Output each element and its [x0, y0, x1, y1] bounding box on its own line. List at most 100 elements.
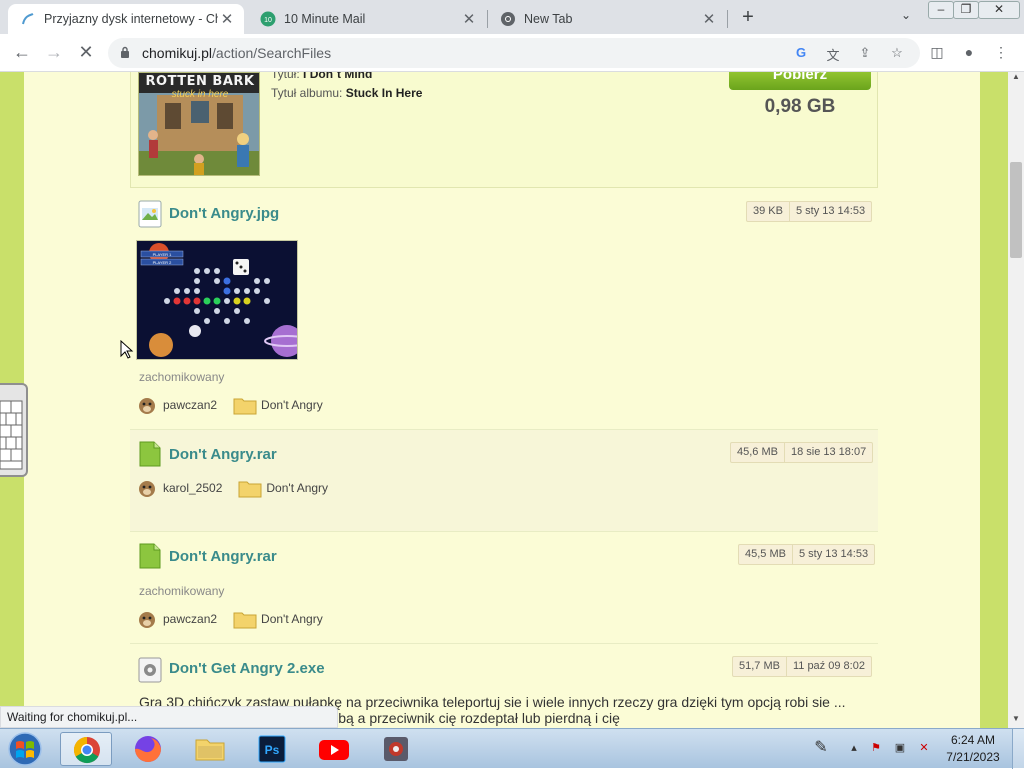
- stop-loading-icon[interactable]: ✕: [74, 41, 98, 65]
- tray-expand-chevron-icon[interactable]: ▴: [846, 741, 862, 757]
- owner-name-link[interactable]: pawczan2: [163, 398, 217, 412]
- album-title-label: Tytuł albumu:: [271, 86, 343, 100]
- volume-muted-icon[interactable]: ✕: [916, 741, 932, 757]
- translate-icon[interactable]: 文: [824, 45, 842, 63]
- windows-start-icon[interactable]: [4, 731, 46, 767]
- file-date: 11 paź 09 8:02: [785, 657, 871, 676]
- file-entry: Don't Angry.rar 45,6 MB 18 sie 13 18:07 …: [130, 430, 878, 532]
- file-size: 45,5 MB: [745, 548, 786, 560]
- scroll-up-arrow-icon[interactable]: ▲: [1008, 72, 1024, 86]
- player-1-label: PLAYER 1: [153, 252, 173, 257]
- image-file-icon: [138, 200, 162, 228]
- new-tab-button[interactable]: +: [736, 6, 760, 30]
- taskbar-firefox[interactable]: [122, 732, 174, 766]
- archive-file-icon: [139, 543, 161, 569]
- file-date: 5 sty 13 14:53: [788, 202, 871, 221]
- minimize-button[interactable]: –: [928, 1, 954, 19]
- hamster-avatar-icon[interactable]: [137, 395, 157, 415]
- hamster-avatar-icon[interactable]: [137, 478, 157, 498]
- side-panel-icon[interactable]: ◫: [928, 44, 946, 62]
- forward-arrow-icon[interactable]: →: [42, 41, 66, 65]
- url-domain: chomikuj.pl: [142, 45, 213, 61]
- file-meta-badges: 39 KB 5 sty 13 14:53: [746, 201, 873, 222]
- close-window-button[interactable]: ✕: [978, 1, 1020, 19]
- album-cover[interactable]: ROTTEN BARK stuck in here: [138, 72, 260, 176]
- share-icon[interactable]: ⇪: [856, 45, 874, 63]
- show-desktop-button[interactable]: [1012, 729, 1024, 769]
- file-date: 5 sty 13 14:53: [791, 545, 874, 564]
- album-title-value: Stuck In Here: [345, 86, 423, 100]
- close-icon[interactable]: ✕: [460, 10, 478, 28]
- image-thumbnail[interactable]: PLAYER 1 PLAYER 2: [136, 240, 298, 360]
- clock-date: 7/21/2023: [946, 750, 1000, 764]
- tab-divider: [727, 10, 728, 28]
- tab-title: Przyjazny dysk internetowy - Cho: [44, 12, 218, 26]
- back-arrow-icon[interactable]: ←: [10, 41, 34, 65]
- svg-text:Ps: Ps: [265, 743, 280, 757]
- pen-tablet-tray-icon[interactable]: ✎: [808, 737, 834, 759]
- close-icon[interactable]: ✕: [218, 10, 236, 28]
- folder-name-link[interactable]: Don't Angry: [266, 481, 328, 495]
- taskbar-chrome[interactable]: [60, 732, 112, 766]
- network-icon[interactable]: ▣: [892, 741, 908, 757]
- close-icon[interactable]: ✕: [700, 10, 718, 28]
- tab-chomikuj[interactable]: Przyjazny dysk internetowy - Cho ✕: [8, 4, 244, 34]
- file-name-link[interactable]: Don't Angry.jpg: [169, 205, 279, 222]
- page-viewport: ROTTEN BARK stuck in here Tytuł: I Don´t…: [0, 72, 1008, 728]
- file-date: 18 sie 13 18:07: [783, 443, 872, 462]
- chomikuj-favicon-icon: [22, 13, 34, 25]
- file-name-link[interactable]: Don't Angry.rar: [169, 446, 277, 463]
- lock-icon: [121, 46, 129, 58]
- folder-icon: [238, 481, 262, 498]
- restore-button[interactable]: ❐: [953, 1, 979, 19]
- svg-text:10: 10: [264, 17, 272, 24]
- folder-icon: [195, 739, 225, 761]
- taskbar-photoshop[interactable]: Ps: [246, 732, 298, 766]
- file-size: 39 KB: [753, 205, 783, 217]
- tab-strip: Przyjazny dysk internetowy - Cho ✕ 10 10…: [0, 0, 1024, 34]
- taskbar-app[interactable]: [370, 732, 422, 766]
- taskbar-youtube[interactable]: [308, 732, 360, 766]
- tab-new-tab[interactable]: New Tab ✕: [488, 4, 726, 34]
- google-icon[interactable]: G: [792, 45, 810, 63]
- chrome-icon: [73, 736, 100, 764]
- tab-search-chevron-icon[interactable]: ⌄: [896, 8, 916, 28]
- track-title-label: Tytuł:: [271, 72, 300, 81]
- folder-name-link[interactable]: Don't Angry: [261, 398, 323, 412]
- album-subtitle-text: stuck in here: [171, 89, 229, 100]
- owner-name-link[interactable]: karol_2502: [163, 481, 222, 495]
- folder-name-link[interactable]: Don't Angry: [261, 612, 323, 626]
- owner-line: pawczan2 Don't Angry: [137, 394, 323, 416]
- file-name-link[interactable]: Don't Angry.rar: [169, 548, 277, 565]
- tab-title: 10 Minute Mail: [284, 12, 366, 26]
- url-text: chomikuj.pl/action/SearchFiles: [142, 45, 331, 61]
- file-name-link[interactable]: Don't Get Angry 2.exe: [169, 660, 325, 677]
- url-path: /action/SearchFiles: [212, 45, 332, 61]
- brick-wall-widget[interactable]: [0, 383, 28, 477]
- exe-gear-file-icon: [138, 657, 162, 683]
- mouse-cursor-icon: [120, 340, 134, 359]
- brick-wall-icon: [0, 400, 23, 470]
- scroll-down-arrow-icon[interactable]: ▼: [1008, 714, 1024, 728]
- album-title-line: Tytuł albumu: Stuck In Here: [271, 86, 422, 100]
- download-button[interactable]: Pobierz: [729, 72, 871, 90]
- taskbar-file-explorer[interactable]: [184, 732, 236, 766]
- owner-name-link[interactable]: pawczan2: [163, 612, 217, 626]
- windows-taskbar: Ps ✎ ▴ ⚑ ▣ ✕ 6:24 AM 7/21/2023: [0, 728, 1024, 769]
- clock-time: 6:24 AM: [950, 733, 996, 747]
- owner-line: karol_2502 Don't Angry: [137, 477, 328, 499]
- action-center-flag-icon[interactable]: ⚑: [868, 741, 884, 757]
- file-entry: Don't Angry.rar 45,5 MB 5 sty 13 14:53 z…: [130, 532, 878, 644]
- tab-10-minute-mail[interactable]: 10 10 Minute Mail ✕: [248, 4, 486, 34]
- menu-kebab-icon[interactable]: ⋮: [992, 44, 1010, 62]
- bookmark-star-icon[interactable]: ☆: [888, 45, 906, 63]
- system-clock[interactable]: 6:24 AM 7/21/2023: [940, 732, 1006, 766]
- file-meta-badges: 51,7 MB 11 paź 09 8:02: [732, 656, 872, 677]
- vertical-scrollbar[interactable]: ▲ ▼: [1008, 72, 1024, 728]
- hamster-avatar-icon[interactable]: [137, 609, 157, 629]
- profile-avatar-icon[interactable]: ●: [960, 44, 978, 62]
- address-bar[interactable]: chomikuj.pl/action/SearchFiles G 文 ⇪ ☆: [108, 38, 920, 68]
- file-meta-badges: 45,5 MB 5 sty 13 14:53: [738, 544, 876, 565]
- scrollbar-thumb[interactable]: [1010, 162, 1022, 258]
- browser-toolbar: ← → ✕ chomikuj.pl/action/SearchFiles G 文…: [0, 34, 1024, 72]
